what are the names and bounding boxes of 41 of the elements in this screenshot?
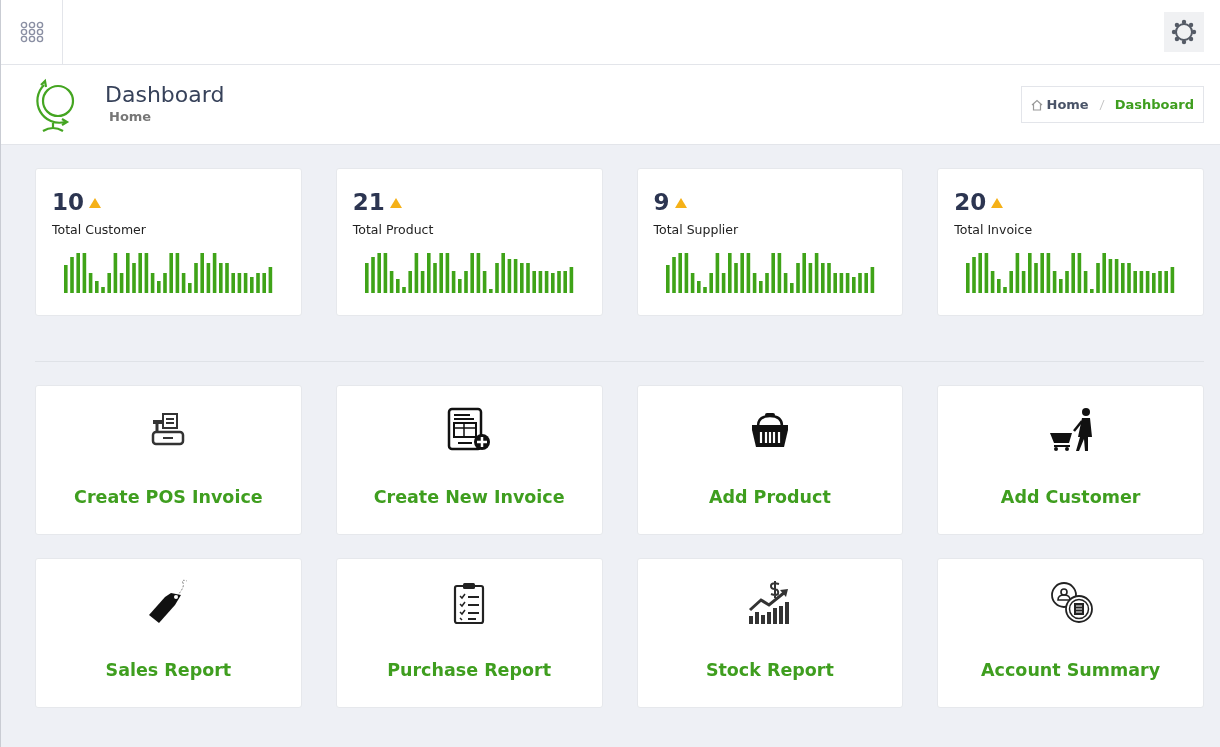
page-subtitle: Home [109, 107, 153, 126]
settings-icon [1171, 19, 1197, 45]
shortcut-card[interactable]: Account Summary [937, 558, 1204, 708]
shortcut-label: Create New Invoice [373, 486, 565, 509]
stat-value: 20 [954, 191, 987, 214]
stat-value: 10 [52, 191, 84, 214]
stat-value: 9 [653, 191, 670, 214]
stat-label: Total Supplier [653, 221, 740, 239]
app-grid-icon[interactable] [19, 21, 44, 43]
person-with-cart-icon [1047, 407, 1094, 453]
shortcut-label: Add Product [708, 486, 831, 509]
stat-label: Total Product [352, 221, 435, 239]
up-triangle-icon [88, 196, 102, 209]
shortcut-label: Account Summary [981, 659, 1161, 682]
up-triangle-icon [990, 196, 1005, 209]
shortcut-card[interactable]: Stock Report [636, 558, 904, 708]
home-icon [1030, 98, 1043, 111]
stat-label: Total Invoice [954, 221, 1034, 239]
breadcrumb-divider [1098, 99, 1105, 112]
shortcut-label: Stock Report [705, 659, 834, 682]
checklist-clipboard-icon [453, 581, 486, 625]
shortcut-card[interactable]: Create POS Invoice [35, 385, 302, 535]
shortcut-card[interactable]: Create New Invoice [335, 385, 603, 535]
document-plus-icon [446, 407, 493, 453]
up-triangle-icon [388, 196, 403, 209]
page-title: Dashboard [105, 82, 225, 107]
shortcut-card[interactable]: Purchase Report [335, 558, 603, 708]
settings-button[interactable] [1164, 12, 1204, 52]
stat-label: Total Customer [52, 221, 147, 239]
shortcut-card[interactable]: Sales Report [35, 558, 302, 708]
shortcut-card[interactable]: Add Product [636, 385, 904, 535]
shortcut-card[interactable]: Add Customer [937, 385, 1204, 535]
breadcrumb-link[interactable]: Home [1046, 94, 1089, 115]
shortcut-label: Create POS Invoice [74, 486, 263, 509]
breadcrumb-link[interactable]: Dashboard [1114, 94, 1194, 115]
shortcut-label: Purchase Report [387, 659, 552, 682]
up-triangle-icon [673, 196, 688, 209]
shortcut-label: Sales Report [105, 659, 232, 682]
stat-value: 21 [352, 191, 385, 214]
shortcut-label: Add Customer [1000, 486, 1141, 509]
cash-register-icon [150, 412, 187, 448]
